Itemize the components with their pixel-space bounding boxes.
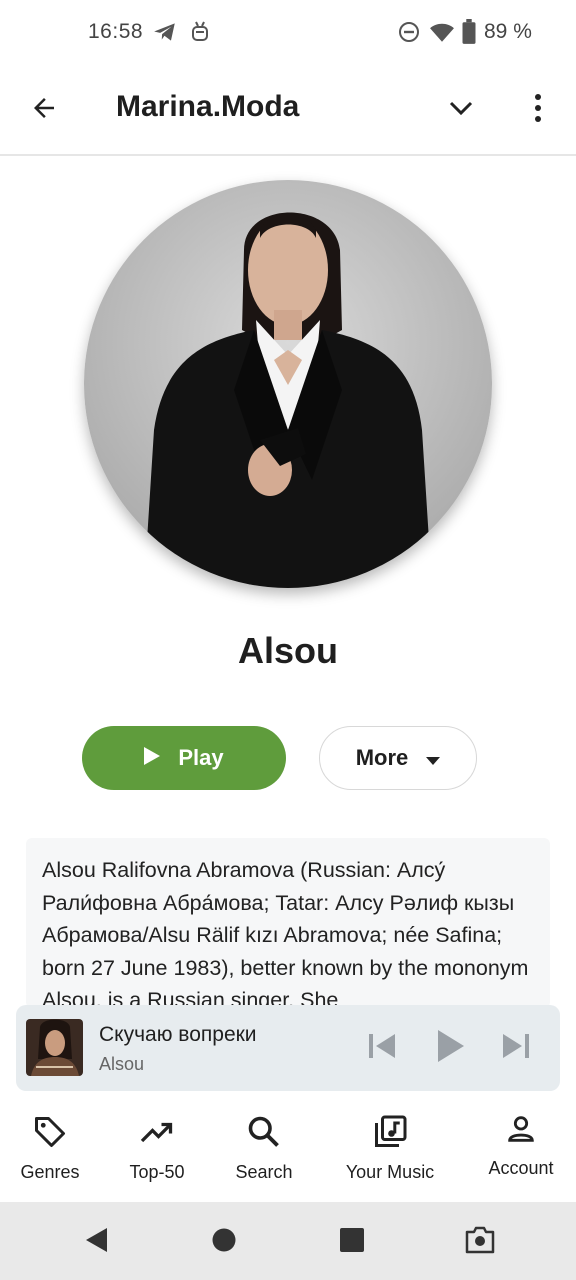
trending-up-icon: [117, 1110, 197, 1150]
wifi-icon: [429, 19, 455, 50]
bio-card: Alsou Ralifovna Abramova (Russian: Алсу́…: [26, 838, 550, 1008]
artist-name: Alsou: [237, 630, 338, 671]
app-bar: Marina.Moda: [0, 66, 576, 156]
more-button-label: More: [355, 745, 409, 770]
next-track-button[interactable]: [495, 1027, 537, 1069]
system-screenshot-button[interactable]: [464, 1226, 496, 1258]
nav-item-your-music[interactable]: Your Music: [335, 1110, 445, 1183]
page-title: Marina.Moda: [116, 90, 300, 123]
back-button[interactable]: [20, 86, 68, 134]
recents-square-icon: [340, 1227, 364, 1257]
previous-track-button[interactable]: [361, 1027, 403, 1069]
play-icon: [437, 1029, 465, 1068]
back-arrow-icon: [29, 93, 59, 128]
more-button[interactable]: More: [319, 726, 477, 790]
album-cover[interactable]: [26, 1019, 83, 1076]
artist-photo: [84, 180, 492, 588]
nav-label-top-50: Top-50: [129, 1162, 185, 1182]
more-vert-icon: [534, 93, 542, 128]
back-triangle-icon: [83, 1226, 109, 1259]
system-navigation-bar: [0, 1202, 576, 1280]
system-back-button[interactable]: [80, 1226, 112, 1258]
library-music-icon: [335, 1110, 445, 1150]
dropdown-caret-icon: [408, 745, 441, 771]
chevron-down-icon: [446, 93, 476, 128]
skip-previous-icon: [368, 1033, 396, 1064]
overflow-menu-button[interactable]: [514, 86, 562, 134]
nav-label-search: Search: [235, 1162, 293, 1182]
telegram-icon: [152, 19, 178, 50]
tag-icon: [10, 1110, 90, 1150]
nav-label-genres: Genres: [20, 1162, 80, 1182]
nav-item-genres[interactable]: Genres: [10, 1110, 90, 1183]
status-bar: 16:58 89 %: [0, 0, 576, 66]
play-button[interactable]: Play: [82, 726, 286, 790]
skip-next-icon: [502, 1033, 530, 1064]
play-button-label: Play: [178, 745, 224, 770]
system-recents-button[interactable]: [336, 1226, 368, 1258]
mini-player[interactable]: Скучаю вопреки Alsou: [16, 1005, 560, 1091]
nav-item-search[interactable]: Search: [224, 1110, 304, 1183]
artist-bio: Alsou Ralifovna Abramova (Russian: Алсу́…: [42, 858, 529, 1008]
battery-icon: [461, 19, 477, 50]
nav-item-top-50[interactable]: Top-50: [117, 1110, 197, 1183]
system-home-button[interactable]: [208, 1226, 240, 1258]
status-time: 16:58: [88, 20, 144, 43]
track-artist: Alsou: [99, 1054, 145, 1074]
play-icon: [144, 745, 178, 771]
android-debug-icon: [188, 19, 212, 50]
search-icon: [224, 1110, 304, 1150]
bottom-navigation: Genres Top-50 Search Your Music Account: [0, 1100, 576, 1202]
collapse-button[interactable]: [437, 86, 485, 134]
nav-item-account[interactable]: Account: [480, 1106, 562, 1179]
home-circle-icon: [211, 1227, 237, 1258]
track-title: Скучаю вопреки: [99, 1023, 257, 1046]
do-not-disturb-icon: [397, 19, 421, 50]
screenshot-camera-icon: [464, 1226, 496, 1259]
mini-play-button[interactable]: [430, 1027, 472, 1069]
battery-percent: 89 %: [484, 20, 532, 43]
nav-label-your-music: Your Music: [345, 1162, 435, 1182]
person-icon: [480, 1106, 562, 1146]
nav-label-account: Account: [488, 1158, 554, 1178]
